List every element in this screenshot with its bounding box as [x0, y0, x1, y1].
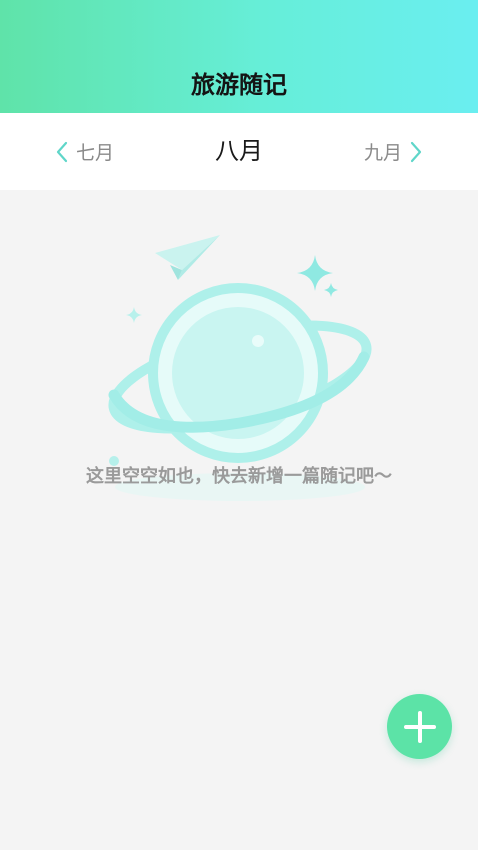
chevron-right-icon	[410, 141, 422, 162]
plus-icon	[403, 710, 436, 743]
prev-month-label: 七月	[76, 142, 115, 164]
next-month-label: 九月	[363, 142, 402, 164]
page-title: 旅游随记	[191, 71, 287, 99]
sparkle-left-icon	[126, 307, 142, 323]
planet-highlight	[252, 335, 264, 347]
empty-state-message: 这里空空如也，快去新增一篇随记吧～	[86, 466, 392, 487]
chevron-left-icon	[56, 141, 68, 162]
next-month-button[interactable]: 九月	[364, 113, 422, 190]
sparkle-icon	[297, 255, 333, 291]
current-month-label: 八月	[215, 137, 263, 165]
prev-month-button[interactable]: 七月	[56, 113, 114, 190]
add-note-button[interactable]	[387, 694, 452, 759]
screen: 旅游随记 七月 八月 九月 这里空空如也，快去新增一篇随记吧～	[0, 0, 478, 850]
paper-plane-icon	[155, 235, 220, 280]
sparkle-small-icon	[324, 283, 338, 297]
month-navigation: 七月 八月 九月	[0, 113, 478, 190]
header: 旅游随记	[0, 0, 478, 113]
